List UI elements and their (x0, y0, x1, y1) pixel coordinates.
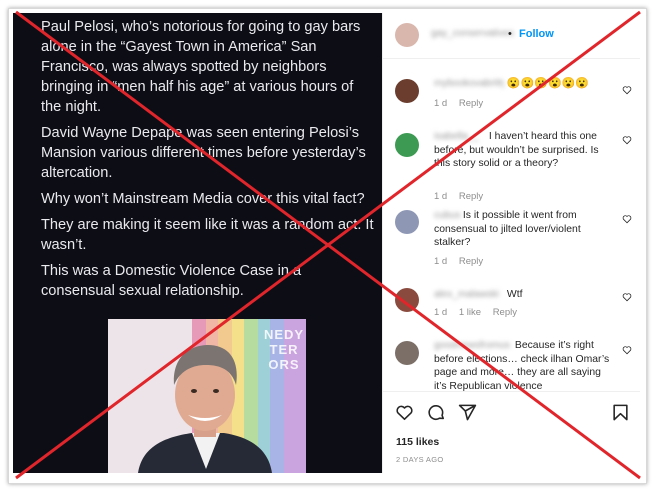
avatar[interactable] (395, 288, 419, 312)
post-paragraph: They are making it seem like it was a ra… (41, 217, 374, 253)
avatar[interactable] (395, 341, 419, 365)
post-header: gay_conservatives • Follow (383, 13, 640, 59)
comment-time: 1 d (434, 191, 448, 202)
comment-username[interactable]: cubus (434, 209, 460, 223)
comment-username[interactable]: isabella__ (434, 130, 486, 144)
heart-icon[interactable] (622, 85, 632, 95)
reply-button[interactable]: Reply (459, 191, 483, 202)
comment-username[interactable]: mybookovabritty (434, 77, 504, 91)
post-timestamp: 2 DAYS AGO (396, 455, 444, 464)
heart-icon[interactable] (622, 292, 632, 302)
reply-button[interactable]: Reply (493, 307, 517, 318)
avatar[interactable] (395, 23, 419, 47)
photo-backdrop-letters: NEDY TER ORS (263, 327, 305, 372)
username[interactable]: gay_conservatives (431, 28, 514, 39)
comment-likes[interactable]: 1 like (459, 307, 481, 318)
post-image: Paul Pelosi, who’s notorious for going t… (13, 13, 382, 473)
heart-icon[interactable] (622, 345, 632, 355)
follow-button[interactable]: Follow (519, 28, 554, 40)
like-count[interactable]: 115 likes (396, 436, 439, 448)
comment-time: 1 d (434, 256, 448, 267)
avatar[interactable] (395, 210, 419, 234)
post-paragraph: David Wayne Depape was seen entering Pel… (41, 125, 366, 181)
comments-panel: gay_conservatives • Follow mybookovabrit… (382, 13, 640, 473)
comment-username[interactable]: alex_malawski (434, 288, 504, 302)
avatar[interactable] (395, 133, 419, 157)
comment-time: 1 d (434, 98, 448, 109)
post-paragraph: Why won’t Mainstream Media cover this vi… (41, 191, 365, 207)
separator-dot: • (508, 28, 512, 40)
comment-icon[interactable] (427, 403, 446, 422)
heart-icon[interactable] (622, 135, 632, 145)
post-paragraph: Paul Pelosi, who’s notorious for going t… (41, 19, 361, 115)
post-text: Paul Pelosi, who’s notorious for going t… (41, 17, 376, 307)
share-icon[interactable] (458, 403, 477, 422)
heart-icon[interactable] (622, 214, 632, 224)
bookmark-icon[interactable] (611, 403, 630, 422)
reply-button[interactable]: Reply (459, 256, 483, 267)
comment-text: 😮😮😮😮😮😮 (506, 77, 590, 90)
comment-username[interactable]: goodnewsfromus (434, 339, 512, 353)
comment-text: Wtf (506, 289, 523, 300)
comment-time: 1 d (434, 307, 448, 318)
post-paragraph: This was a Domestic Violence Case in a c… (41, 263, 302, 299)
post-photo: NEDY TER ORS (108, 319, 306, 473)
action-bar: 115 likes 2 DAYS AGO (383, 391, 640, 473)
heart-icon[interactable] (395, 403, 414, 422)
reply-button[interactable]: Reply (459, 98, 483, 109)
avatar[interactable] (395, 79, 419, 103)
